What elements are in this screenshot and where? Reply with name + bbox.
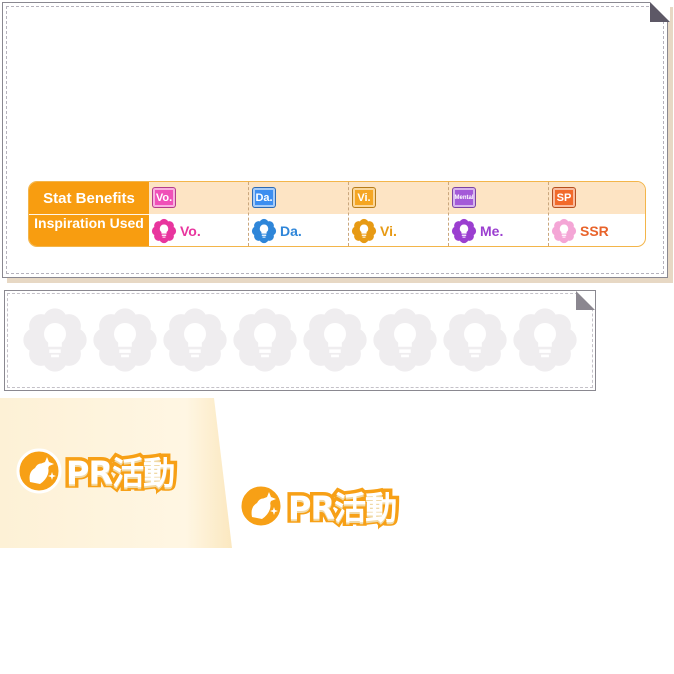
inspiration-item: Vi. [351,217,397,245]
inspiration-item: Me. [451,217,503,245]
pr-activity-label-large[interactable]: PR活動 [16,448,179,496]
inspiration-label: Vi. [380,223,397,239]
inspiration-item: Da. [251,217,302,245]
pr-sparkle-icon [238,483,284,529]
mental-inspiration-icon [451,218,477,244]
inspiration-slot[interactable] [371,306,439,374]
empty-inspiration-slot-icon [443,308,507,372]
pr-activity-label[interactable]: PR活動 [238,483,401,531]
inspiration-slot[interactable] [21,306,89,374]
inspiration-slot[interactable] [161,306,229,374]
stat-benefits-label: Stat Benefits [43,190,135,207]
stat-badge: SP [552,187,576,208]
ssr-inspiration-icon [551,218,577,244]
column-separator [448,182,449,246]
empty-inspiration-slot-icon [233,308,297,372]
inspiration-label: Da. [280,223,302,239]
empty-inspiration-slot-icon [513,308,577,372]
stat-benefits-table: Stat Benefits Inspiration Used Vo. Vo. Da.… [28,181,646,247]
stat-badge: Da. [252,187,276,208]
empty-inspiration-slot-icon [303,308,367,372]
stat-badge: Vo. [152,187,176,208]
inspiration-slot[interactable] [441,306,509,374]
card-corner-fold [650,2,670,22]
pr-activity-text: PR活動 [62,451,178,496]
inspiration-slot[interactable] [511,306,579,374]
inspiration-slot[interactable] [301,306,369,374]
column-separator [248,182,249,246]
inspiration-item: Vo. [151,217,201,245]
empty-inspiration-slot-icon [23,308,87,372]
inspiration-slot[interactable] [91,306,159,374]
inspiration-label: SSR [580,223,609,239]
inspiration-label: Me. [480,223,504,239]
stat-badge: Vi. [352,187,376,208]
inspiration-slot[interactable] [231,306,299,374]
inspiration-item: SSR [551,217,609,245]
inspiration-label: Vo. [180,223,201,239]
empty-inspiration-slot-icon [93,308,157,372]
empty-inspiration-slot-icon [373,308,437,372]
empty-inspiration-slot-icon [163,308,227,372]
pr-activity-text: PR活動 [284,486,400,531]
column-separator [548,182,549,246]
stat-badge: Mental [452,187,476,208]
pr-sparkle-icon [16,448,62,494]
column-separator [348,182,349,246]
dance-inspiration-icon [251,218,277,244]
visual-inspiration-icon [351,218,377,244]
inspiration-used-label: Inspiration Used [34,215,144,231]
vocal-inspiration-icon [151,218,177,244]
